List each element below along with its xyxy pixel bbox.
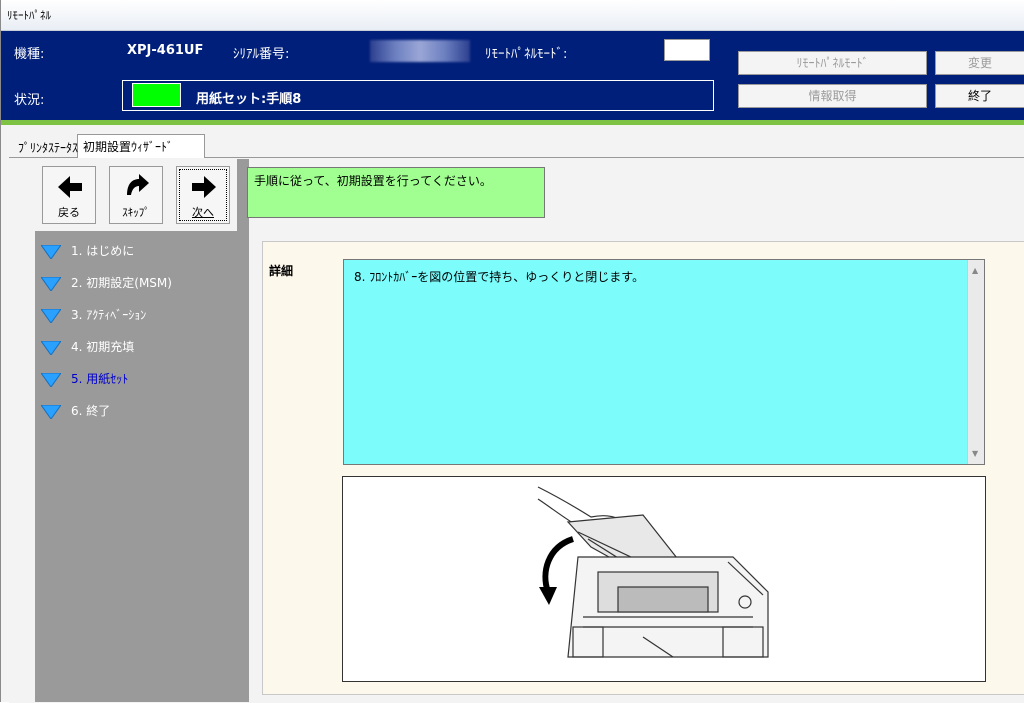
triangle-down-icon — [41, 341, 61, 355]
step-label: 3. ｱｸﾃｨﾍﾞｰｼｮﾝ — [71, 308, 147, 322]
accent-bar — [1, 120, 1024, 125]
step-item-finish: 6. 終了 — [41, 400, 241, 420]
detail-text: 8. ﾌﾛﾝﾄｶﾊﾞｰを図の位置で持ち、ゆっくりと閉じます。 — [354, 270, 645, 284]
model-label: 機種: — [14, 47, 45, 62]
get-info-button[interactable]: 情報取得 — [738, 84, 927, 108]
back-label: 戻る — [58, 206, 80, 219]
step-label: 5. 用紙ｾｯﾄ — [71, 372, 129, 386]
step-item-paper-set: 5. 用紙ｾｯﾄ — [41, 368, 241, 388]
illustration-box — [342, 476, 986, 682]
skip-button[interactable]: ｽｷｯﾌﾟ — [109, 166, 163, 224]
status-indicator — [132, 83, 181, 107]
triangle-down-icon — [41, 373, 61, 387]
printer-cover-illustration — [537, 486, 769, 658]
app-window: ﾘﾓｰﾄﾊﾟﾈﾙ 機種: XPJ-461UF ｼﾘｱﾙ番号: ﾘﾓｰﾄﾊﾟﾈﾙﾓ… — [0, 0, 1024, 703]
detail-scrollbar[interactable]: ▲ ▼ — [967, 260, 984, 464]
triangle-down-icon — [41, 245, 61, 259]
triangle-down-icon — [41, 277, 61, 291]
arrow-left-icon — [58, 176, 82, 198]
remote-mode-button[interactable]: ﾘﾓｰﾄﾊﾟﾈﾙﾓｰﾄﾞ — [738, 51, 927, 75]
skip-arrow-icon — [127, 174, 149, 195]
triangle-down-icon — [41, 309, 61, 323]
scroll-up-icon[interactable]: ▲ — [972, 266, 978, 275]
remote-mode-label: ﾘﾓｰﾄﾊﾟﾈﾙﾓｰﾄﾞ: — [485, 47, 568, 62]
tab-setup-wizard[interactable]: 初期設置ｳｨｻﾞｰﾄﾞ — [83, 138, 173, 155]
scroll-down-icon[interactable]: ▼ — [972, 449, 978, 458]
step-item-initial-fill: 4. 初期充填 — [41, 336, 241, 356]
next-label: 次へ — [192, 206, 214, 219]
exit-button[interactable]: 終了 — [935, 84, 1024, 108]
step-label: 4. 初期充填 — [71, 340, 135, 354]
triangle-down-icon — [41, 405, 61, 419]
step-item-initial-setting: 2. 初期設定(MSM) — [41, 272, 241, 292]
instruction-message: 手順に従って、初期設置を行ってください。 — [247, 167, 545, 218]
detail-textbox[interactable]: 8. ﾌﾛﾝﾄｶﾊﾞｰを図の位置で持ち、ゆっくりと閉じます。 ▲ ▼ — [343, 259, 985, 465]
step-label: 1. はじめに — [71, 244, 135, 258]
serial-label: ｼﾘｱﾙ番号: — [233, 47, 290, 62]
skip-label: ｽｷｯﾌﾟ — [122, 206, 150, 219]
serial-value-redacted — [370, 40, 470, 62]
remote-mode-indicator — [664, 39, 710, 61]
title-bar: ﾘﾓｰﾄﾊﾟﾈﾙ — [1, 0, 1024, 31]
change-button[interactable]: 変更 — [935, 51, 1024, 75]
model-value: XPJ-461UF — [127, 43, 204, 58]
back-button[interactable]: 戻る — [42, 166, 96, 224]
tab-printer-status[interactable]: ﾌﾟﾘﾝﾀｽﾃｰﾀｽ — [18, 139, 78, 156]
step-label: 2. 初期設定(MSM) — [71, 276, 172, 290]
window-title: ﾘﾓｰﾄﾊﾟﾈﾙ — [7, 9, 51, 22]
status-label: 状況: — [14, 93, 45, 108]
detail-label: 詳細 — [269, 264, 294, 278]
step-label: 6. 終了 — [71, 404, 111, 418]
status-value: 用紙セット:手順8 — [196, 92, 302, 107]
next-button[interactable]: 次へ — [176, 166, 230, 224]
step-item-activation: 3. ｱｸﾃｨﾍﾞｰｼｮﾝ — [41, 304, 241, 324]
arrow-right-icon — [192, 176, 216, 198]
step-item-intro: 1. はじめに — [41, 240, 241, 260]
